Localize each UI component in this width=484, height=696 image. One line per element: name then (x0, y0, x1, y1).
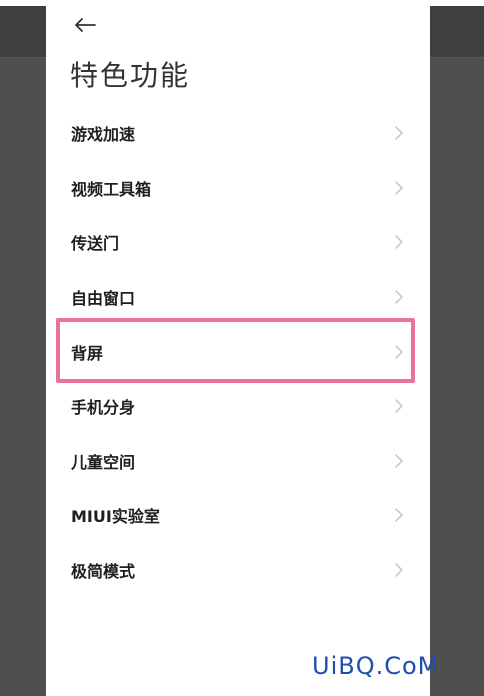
site-watermark: UiBQ.CoM (312, 652, 440, 680)
menu-item-video-toolbox[interactable]: 视频工具箱 (46, 161, 430, 216)
menu-item-miui-lab[interactable]: MIUI实验室 (46, 488, 430, 543)
menu-item-label: 自由窗口 (71, 289, 136, 309)
menu-item-game-boost[interactable]: 游戏加速 (46, 106, 430, 161)
menu-item-minimal-mode[interactable]: 极简模式 (46, 543, 430, 598)
chevron-right-icon (395, 563, 403, 577)
back-button[interactable] (70, 10, 100, 40)
dimmed-left-header (0, 6, 46, 58)
menu-item-label: 传送门 (71, 234, 120, 254)
menu-item-second-space[interactable]: 手机分身 (46, 379, 430, 434)
chevron-right-icon (395, 508, 403, 523)
dimmed-right-panel (430, 6, 484, 696)
dimmed-left-panel (0, 6, 46, 696)
chevron-right-icon (395, 454, 403, 468)
chevron-right-icon (395, 290, 403, 304)
chevron-right-icon (395, 181, 403, 195)
menu-item-kids-space[interactable]: 儿童空间 (46, 434, 430, 489)
arrow-left-icon (75, 18, 96, 32)
dimmed-right-header (430, 6, 484, 58)
chevron-right-icon (395, 235, 403, 250)
highlight-annotation-box (56, 318, 415, 383)
menu-item-label: 游戏加速 (71, 125, 136, 145)
menu-item-label: 儿童空间 (71, 452, 136, 472)
menu-item-label: 视频工具箱 (71, 179, 152, 199)
menu-item-label: MIUI实验室 (71, 507, 160, 527)
chevron-right-icon (395, 399, 403, 414)
page-title: 特色功能 (70, 59, 191, 92)
menu-item-label: 手机分身 (71, 398, 136, 418)
menu-item-portal[interactable]: 传送门 (46, 215, 430, 270)
menu-item-label: 极简模式 (71, 562, 136, 582)
menu-item-free-window[interactable]: 自由窗口 (46, 270, 430, 325)
chevron-right-icon (395, 126, 403, 141)
